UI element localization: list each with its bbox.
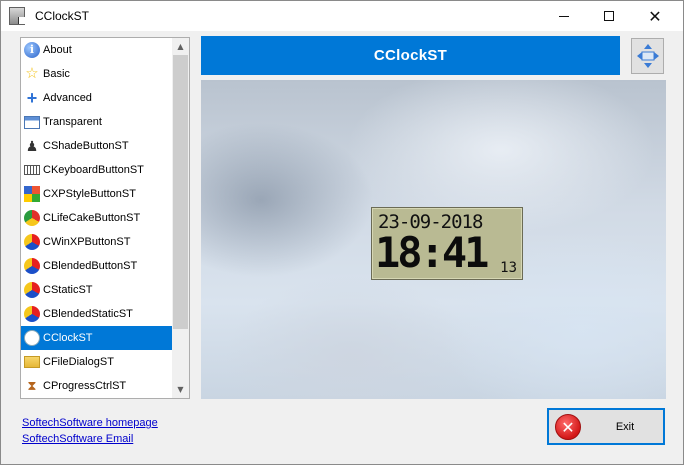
- homepage-link[interactable]: SoftechSoftware homepage: [22, 417, 158, 429]
- folder-icon: [24, 356, 40, 368]
- clock-seconds: 13: [500, 260, 517, 276]
- list-item[interactable]: ⧗ CProgressCtrlST: [21, 374, 173, 398]
- window-title: CClockST: [35, 9, 90, 23]
- maximize-icon: [604, 11, 614, 21]
- close-button[interactable]: ✕: [632, 1, 678, 31]
- list-scrollbar[interactable]: ▲ ▼: [172, 38, 189, 398]
- clock-time: 18:41: [375, 228, 489, 277]
- window-icon: [24, 115, 40, 129]
- keyboard-icon: [24, 165, 40, 175]
- list-item-label: Transparent: [43, 116, 102, 128]
- list-item[interactable]: i About: [21, 38, 173, 62]
- minimize-button[interactable]: [541, 1, 587, 31]
- list-item-label: CXPStyleButtonST: [43, 188, 136, 200]
- list-item-label: CFileDialogST: [43, 356, 114, 368]
- list-item-label: CShadeButtonST: [43, 140, 129, 152]
- colorball-icon: [24, 258, 40, 274]
- move-button[interactable]: [631, 38, 664, 74]
- clock-icon: [24, 330, 40, 346]
- move-arrows-icon: [636, 44, 659, 68]
- list-item[interactable]: CBlendedButtonST: [21, 254, 173, 278]
- hourglass-icon: ⧗: [27, 378, 37, 393]
- list-item-label: About: [43, 44, 72, 56]
- list-item-label: CLifeCakeButtonST: [43, 212, 141, 224]
- list-item-label: CKeyboardButtonST: [43, 164, 144, 176]
- info-icon: i: [24, 42, 40, 58]
- list-item-label: CWinXPButtonST: [43, 236, 131, 248]
- colorball-icon: [24, 306, 40, 322]
- list-item-label: Advanced: [43, 92, 92, 104]
- email-link[interactable]: SoftechSoftware Email: [22, 433, 133, 445]
- app-window: CClockST ✕ i About ☆ Basic + Advanced Transpar…: [0, 0, 684, 465]
- close-icon: ✕: [648, 6, 662, 26]
- scroll-down-arrow-icon[interactable]: ▼: [172, 381, 189, 398]
- colorball-icon: [24, 282, 40, 298]
- list-item[interactable]: CXPStyleButtonST: [21, 182, 173, 206]
- exit-label: Exit: [615, 421, 635, 433]
- list-item[interactable]: ♟ CShadeButtonST: [21, 134, 173, 158]
- title-bar[interactable]: CClockST ✕: [1, 1, 683, 31]
- app-icon: [9, 7, 25, 25]
- list-item[interactable]: CFileDialogST: [21, 350, 173, 374]
- star-icon: ☆: [25, 65, 39, 82]
- sky-background: 23-09-2018 18:41 13: [201, 80, 666, 399]
- exit-button[interactable]: ✕ Exit: [547, 408, 665, 445]
- xp-style-icon: [24, 186, 40, 202]
- lcd-clock: 23-09-2018 18:41 13: [371, 207, 523, 280]
- list-item-label: CProgressCtrlST: [43, 380, 127, 392]
- list-item[interactable]: + Advanced: [21, 86, 173, 110]
- list-item-label: CBlendedButtonST: [43, 260, 138, 272]
- chrome-like-icon: [24, 210, 40, 226]
- maximize-button[interactable]: [586, 1, 632, 31]
- list-items: i About ☆ Basic + Advanced Transparent ♟ CShadeB…: [21, 38, 173, 398]
- list-item[interactable]: ☆ Basic: [21, 62, 173, 86]
- list-item[interactable]: CKeyboardButtonST: [21, 158, 173, 182]
- scrollbar-thumb[interactable]: [173, 55, 188, 329]
- list-item[interactable]: CWinXPButtonST: [21, 230, 173, 254]
- list-item-label: CClockST: [43, 332, 93, 344]
- colorball-icon: [24, 234, 40, 250]
- list-item[interactable]: CClockST: [21, 326, 173, 350]
- list-item[interactable]: Transparent: [21, 110, 173, 134]
- list-item[interactable]: CStaticST: [21, 278, 173, 302]
- shade-person-icon: ♟: [25, 138, 39, 154]
- list-item-label: CStaticST: [43, 284, 93, 296]
- page-title: CClockST: [373, 47, 448, 64]
- list-item[interactable]: CBlendedStaticST: [21, 302, 173, 326]
- plus-icon: +: [26, 88, 38, 108]
- list-item-label: Basic: [43, 68, 70, 80]
- demo-list[interactable]: i About ☆ Basic + Advanced Transparent ♟ CShadeB…: [20, 37, 190, 399]
- minimize-icon: [559, 15, 569, 17]
- list-item[interactable]: CLifeCakeButtonST: [21, 206, 173, 230]
- page-header: CClockST: [201, 36, 620, 75]
- scroll-up-arrow-icon[interactable]: ▲: [172, 38, 189, 55]
- list-item-label: CBlendedStaticST: [43, 308, 133, 320]
